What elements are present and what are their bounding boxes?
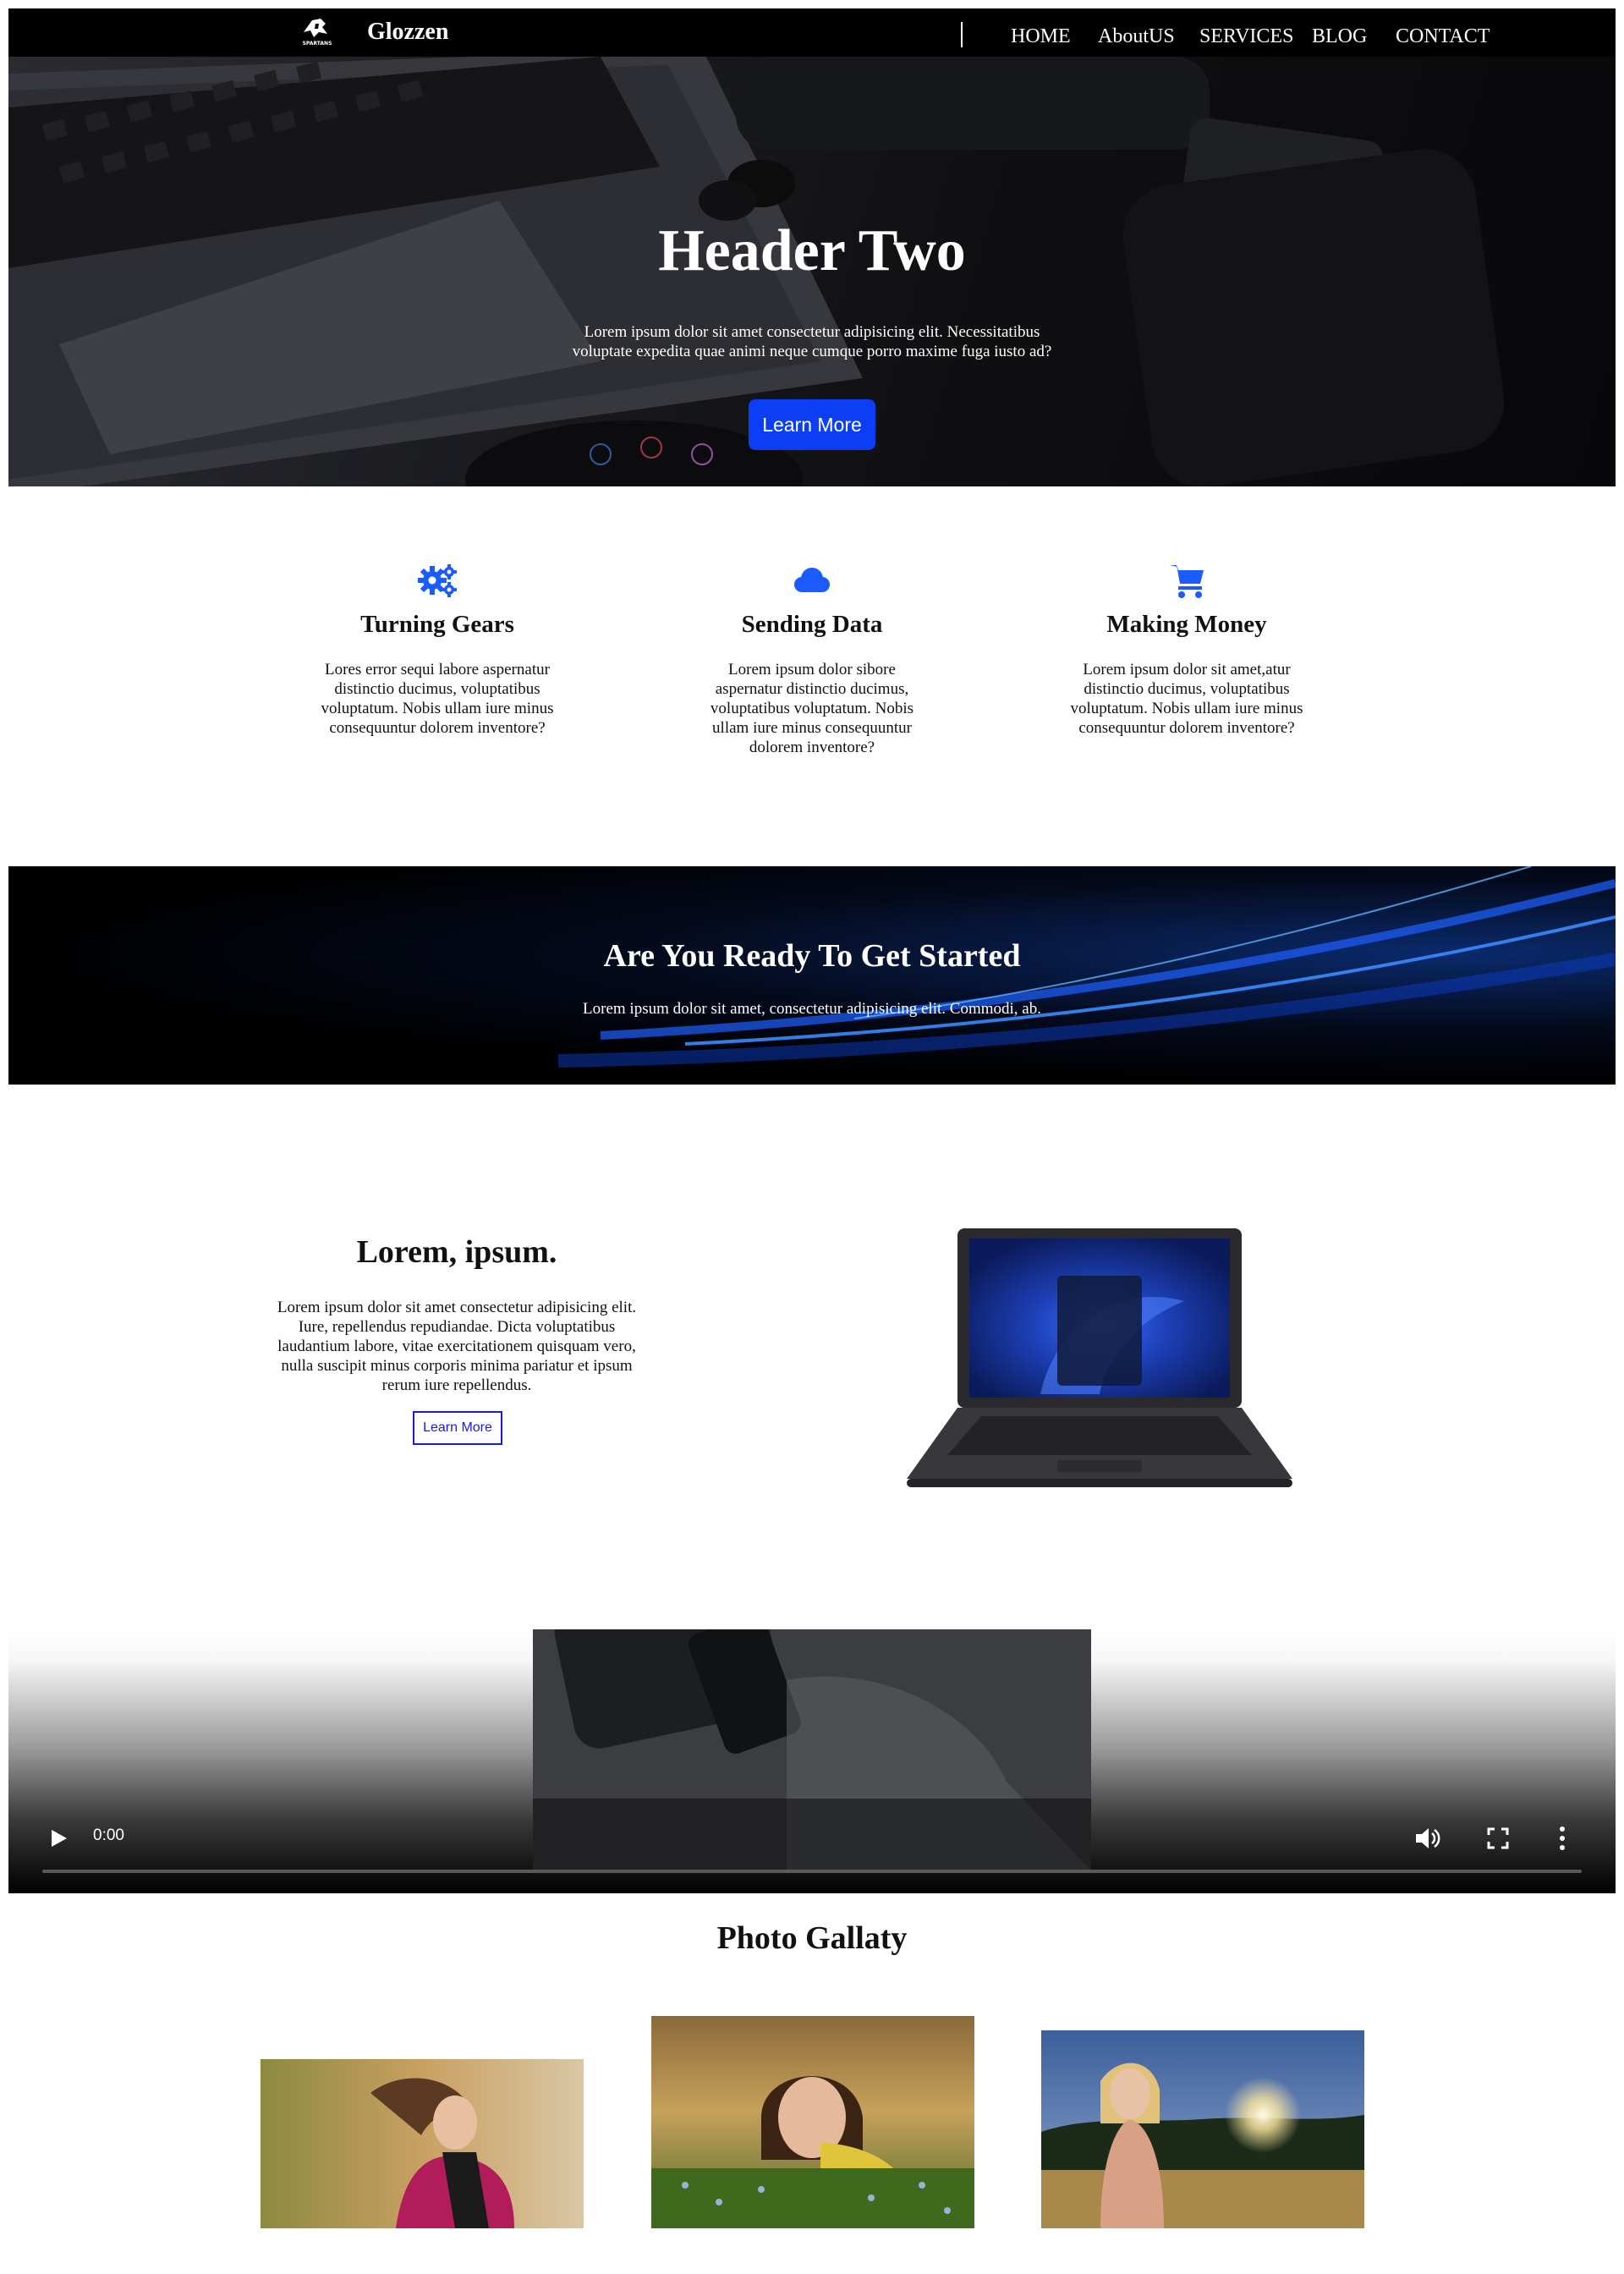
more-options-icon[interactable] bbox=[1558, 1826, 1566, 1855]
nav-link-about[interactable]: AboutUS bbox=[1098, 24, 1175, 49]
video-frame bbox=[533, 1629, 1091, 1870]
video-time: 0:00 bbox=[93, 1826, 124, 1844]
feature-title: Turning Gears bbox=[360, 611, 514, 638]
hero-title: Header Two bbox=[658, 218, 966, 283]
video-player[interactable]: 0:00 bbox=[8, 1629, 1616, 1893]
cta-title: Are You Ready To Get Started bbox=[603, 938, 1021, 974]
cta-background-image bbox=[557, 866, 1616, 1068]
feature-making-money: Making Money Lorem ipsum dolor sit amet,… bbox=[1068, 560, 1305, 738]
nav-link-contact[interactable]: CONTACT bbox=[1396, 24, 1490, 49]
about-title: Lorem, ipsum. bbox=[356, 1234, 557, 1270]
gears-icon bbox=[412, 560, 463, 602]
nav-link-home[interactable]: HOME bbox=[1011, 24, 1071, 49]
navbar: SPARTANS Glozzen HOME AboutUS SERVICES B… bbox=[8, 8, 1616, 57]
video-progress-bar[interactable] bbox=[42, 1870, 1582, 1873]
feature-turning-gears: Turning Gears Lores error sequi labore a… bbox=[319, 560, 556, 738]
nav-divider bbox=[961, 22, 963, 47]
gallery-photo-2[interactable] bbox=[651, 2016, 974, 2228]
hero-learn-more-button[interactable]: Learn More bbox=[749, 399, 875, 450]
nav-link-blog[interactable]: BLOG bbox=[1312, 24, 1367, 49]
cart-icon bbox=[1161, 560, 1212, 602]
feature-title: Making Money bbox=[1106, 611, 1267, 638]
cloud-icon bbox=[787, 560, 837, 602]
logo-text: SPARTANS bbox=[303, 41, 332, 47]
cta-text: Lorem ipsum dolor sit amet, consectetur … bbox=[583, 1000, 1041, 1018]
hero-section: Header Two Lorem ipsum dolor sit amet co… bbox=[8, 57, 1616, 486]
play-icon[interactable] bbox=[49, 1829, 68, 1852]
gallery-photo-1[interactable] bbox=[261, 2059, 584, 2228]
gallery-photo-3[interactable] bbox=[1041, 2030, 1364, 2228]
feature-text: Lorem ipsum dolor sit amet,atur distinct… bbox=[1070, 661, 1303, 737]
nav-link-services[interactable]: SERVICES bbox=[1199, 24, 1293, 49]
feature-sending-data: Sending Data Lorem ipsum dolor sibore as… bbox=[694, 560, 930, 757]
gallery-title: Photo Gallaty bbox=[716, 1920, 908, 1956]
logo[interactable]: SPARTANS bbox=[290, 15, 344, 51]
about-text: Lorem ipsum dolor sit amet consectetur a… bbox=[277, 1299, 637, 1394]
volume-icon[interactable] bbox=[1414, 1825, 1443, 1856]
feature-title: Sending Data bbox=[741, 611, 883, 638]
feature-text: Lores error sequi labore aspernatur dist… bbox=[321, 661, 554, 737]
fullscreen-icon[interactable] bbox=[1487, 1827, 1509, 1854]
about-learn-more-button[interactable]: Learn More bbox=[413, 1411, 502, 1445]
cta-banner: Are You Ready To Get Started Lorem ipsum… bbox=[8, 866, 1616, 1085]
hero-text: Lorem ipsum dolor sit amet consectetur a… bbox=[572, 323, 1052, 360]
laptop-image bbox=[905, 1225, 1294, 1492]
brand-name[interactable]: Glozzen bbox=[367, 15, 448, 49]
feature-text: Lorem ipsum dolor sibore aspernatur dist… bbox=[710, 661, 914, 756]
